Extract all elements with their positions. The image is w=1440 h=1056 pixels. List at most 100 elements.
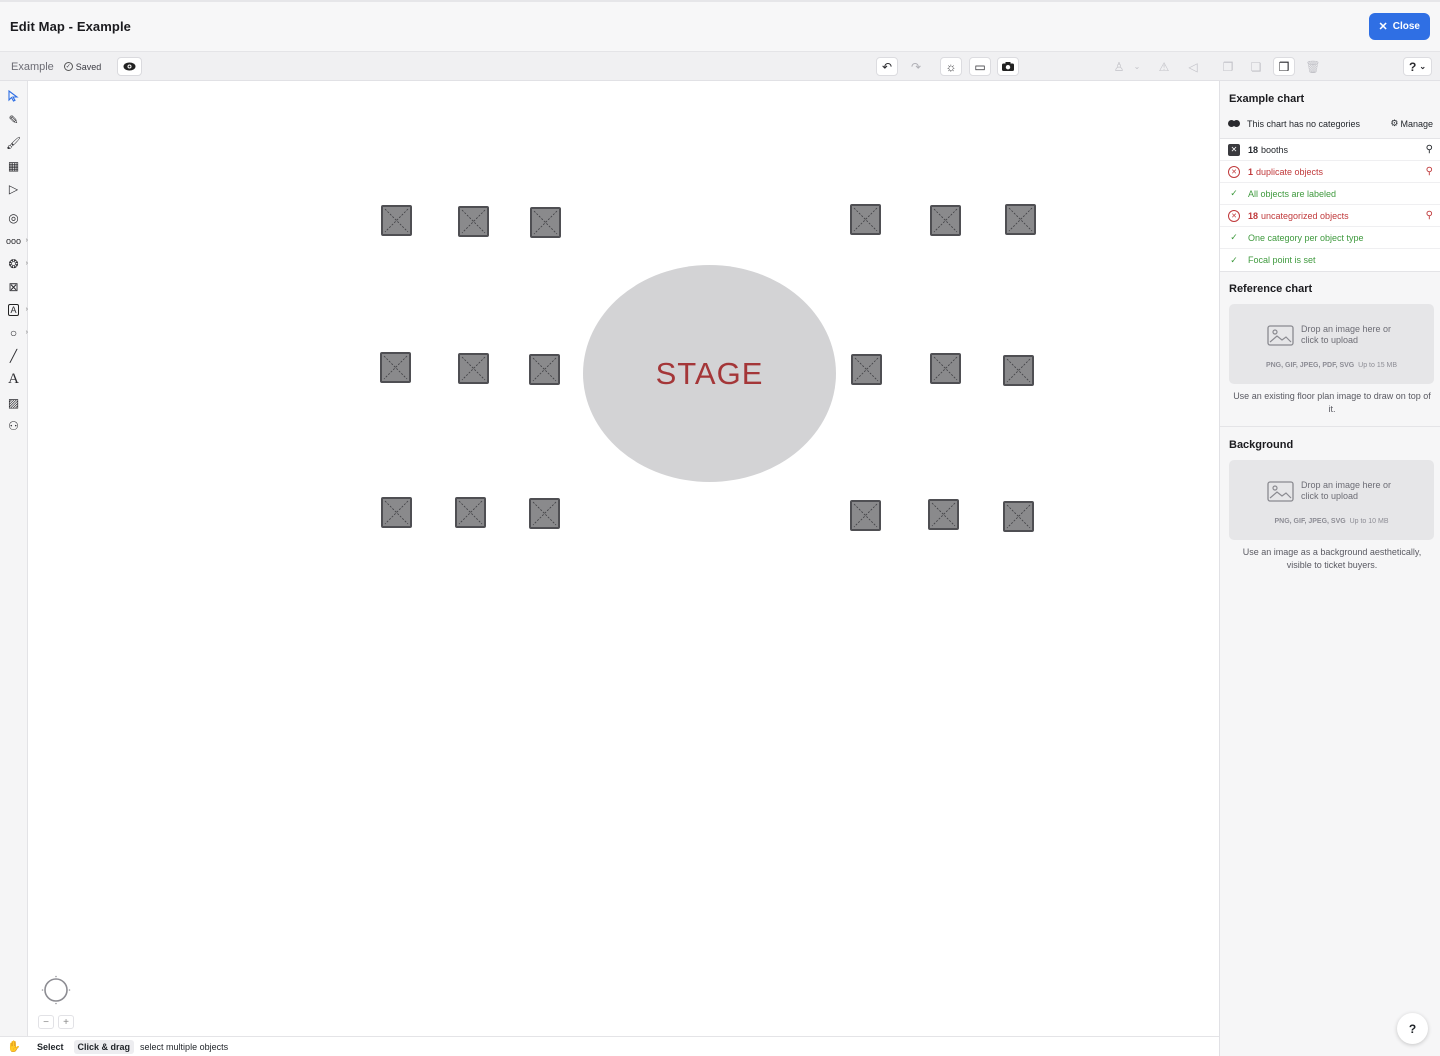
list-item[interactable]: ✕ 1 duplicate objects ⚲ (1220, 161, 1440, 183)
restroom-icon: ⚇ (8, 418, 19, 433)
select-tool[interactable] (5, 87, 22, 104)
background-upload-dropzone[interactable]: Drop an image here or click to upload PN… (1229, 460, 1434, 540)
help-menu-label: ? (1408, 59, 1417, 74)
row-tool[interactable]: ooo › (5, 232, 28, 249)
booth-tool[interactable]: ⊠ (5, 278, 22, 295)
booth-x-icon (853, 207, 878, 232)
booth[interactable] (930, 353, 961, 384)
booth[interactable] (529, 498, 560, 529)
zoom-controls: − + (38, 1015, 74, 1029)
copy-button[interactable]: ❐ (1217, 57, 1239, 76)
help-button[interactable]: ? (1397, 1013, 1428, 1044)
title-bar: Edit Map - Example ✕ Close (0, 0, 1440, 52)
booth[interactable] (529, 354, 560, 385)
inspector-panel: Example chart This chart has no categori… (1219, 81, 1440, 1056)
booth[interactable] (1003, 355, 1034, 386)
chart-name[interactable]: Example (11, 61, 54, 73)
check-text: All objects are labeled (1248, 188, 1337, 199)
preview-button[interactable] (117, 57, 143, 76)
snapshot-button[interactable] (997, 57, 1019, 76)
redo-button[interactable]: ↷ (905, 57, 927, 76)
text-area-tool[interactable]: A › (5, 301, 28, 318)
booth[interactable] (455, 497, 486, 528)
line-tool[interactable]: ╱ (5, 347, 22, 364)
reference-file-types: PNG, GIF, JPEG, PDF, SVG Up to 15 MB (1229, 362, 1434, 369)
paste-button[interactable]: ❒ (1273, 57, 1295, 76)
manage-categories-button[interactable]: ⚙ Manage (1390, 118, 1433, 129)
booth[interactable] (380, 352, 411, 383)
help-menu-button[interactable]: ? ⌄ (1403, 57, 1432, 76)
camera-icon (1002, 62, 1014, 71)
image-placeholder-icon (1267, 481, 1294, 502)
booth[interactable] (381, 205, 412, 236)
image-placeholder-icon (1267, 325, 1294, 346)
icon-tool[interactable]: ⚇ (5, 417, 22, 434)
list-item: ✓ One category per object type (1220, 227, 1440, 249)
rotate-dial-icon[interactable] (41, 975, 71, 1005)
flip-button[interactable]: ⚠ (1153, 57, 1175, 76)
text-tool[interactable]: A (5, 371, 22, 388)
eye-icon (123, 62, 136, 71)
tool-rail: ✎ 🖌 ▦ ▷ ◎ ooo › ❂ › ⊠ A › ○ › ╱ A ▨ ⚇ (0, 81, 28, 1056)
booth[interactable] (1005, 204, 1036, 235)
check-count: 18 (1248, 210, 1259, 221)
booth[interactable] (1003, 501, 1034, 532)
undo-button[interactable]: ↶ (876, 57, 898, 76)
booth-x-icon (461, 209, 486, 234)
focal-point-tool[interactable]: ◎ (5, 209, 22, 226)
mirror-button[interactable]: ◁ (1182, 57, 1204, 76)
map-canvas[interactable]: STAGE − + (28, 81, 1219, 1036)
check-text: duplicate objects (1256, 166, 1324, 177)
booth[interactable] (381, 497, 412, 528)
list-item[interactable]: ✕ 18 uncategorized objects ⚲ (1220, 205, 1440, 227)
delete-button[interactable]: 🗑 (1302, 57, 1324, 76)
list-item[interactable]: ✕ 18 booths ⚲ (1220, 139, 1440, 161)
booth[interactable] (930, 205, 961, 236)
booth[interactable] (851, 354, 882, 385)
booth[interactable] (928, 499, 959, 530)
check-count: 18 (1248, 144, 1259, 155)
label-toggle-button[interactable]: ▭ (969, 57, 991, 76)
pan-hand-icon[interactable]: ✋ (0, 1040, 28, 1053)
reference-limit: Up to 15 MB (1358, 362, 1398, 369)
booth-x-icon (931, 502, 956, 527)
booth-x-icon (1008, 207, 1033, 232)
focal-select-tool[interactable]: ▷ (5, 180, 22, 197)
booth[interactable] (458, 206, 489, 237)
node-tool[interactable]: ✎ (5, 111, 22, 128)
zoom-out-button[interactable]: − (38, 1015, 54, 1029)
shape-tool[interactable]: ○ › (5, 324, 28, 341)
check-icon: ✓ (1230, 232, 1238, 242)
cursor-icon (8, 89, 19, 102)
close-button[interactable]: ✕ Close (1368, 13, 1430, 40)
reference-upload-dropzone[interactable]: Drop an image here or click to upload PN… (1229, 304, 1434, 384)
focal-view-button[interactable]: ☼ (940, 57, 962, 76)
tag-icon: ▭ (974, 59, 986, 74)
zoom-in-button[interactable]: + (58, 1015, 74, 1029)
brush-icon: 🖌 (5, 135, 22, 150)
booth[interactable] (530, 207, 561, 238)
table-tool[interactable]: ❂ › (5, 255, 28, 272)
reference-drop-text: Drop an image here or click to upload (1301, 324, 1392, 345)
stage-shape[interactable]: STAGE (583, 265, 836, 482)
align-dropdown[interactable]: ⌄ (1126, 57, 1148, 76)
booth-x-icon (933, 356, 958, 381)
redo-icon: ↷ (910, 59, 922, 74)
booth[interactable] (458, 353, 489, 384)
duplicate-button[interactable]: ❏ (1245, 57, 1267, 76)
booth[interactable] (850, 500, 881, 531)
chevron-down-icon: ⌄ (1419, 62, 1427, 71)
grid-icon: ▦ (7, 158, 20, 173)
booth-grid-tool[interactable]: ▦ (5, 157, 22, 174)
booth[interactable] (850, 204, 881, 235)
search-icon[interactable]: ⚲ (1426, 144, 1433, 155)
search-icon[interactable]: ⚲ (1426, 210, 1433, 221)
categories-row: This chart has no categories ⚙ Manage (1220, 113, 1440, 134)
duplicate-icon: ❏ (1250, 59, 1262, 74)
image-tool[interactable]: ▨ (5, 394, 22, 411)
booth-x-icon (533, 210, 558, 235)
booth-x-icon (532, 357, 557, 382)
search-icon[interactable]: ⚲ (1426, 166, 1433, 177)
background-types: PNG, GIF, JPEG, SVG (1274, 518, 1346, 525)
brush-tool[interactable]: 🖌 (5, 134, 22, 151)
